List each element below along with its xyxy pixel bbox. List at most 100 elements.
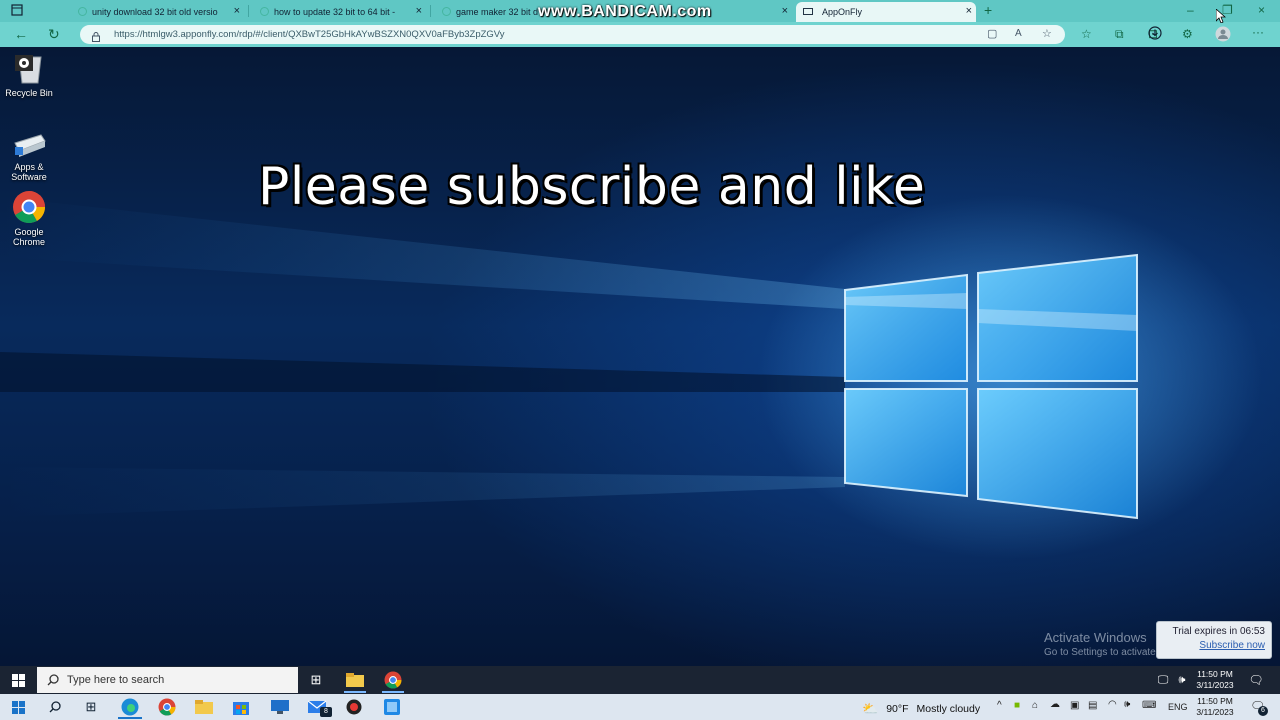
volume-icon[interactable]: 🕪 [1172,670,1192,690]
minimize-icon[interactable]: – [1187,3,1194,17]
tab-update-64bit[interactable]: how to update 32 bit to 64 bit - × [254,2,426,22]
tab-divider [248,5,249,17]
weather-temperature: 90°F [886,703,909,715]
tray-app-icon[interactable]: ▤ [1088,700,1097,711]
downloads-icon[interactable] [1148,26,1162,43]
host-taskbar: ⊞ 8 ⛅ 90°F Mostly cloudy ^ ■ ⌂ ☁ ▣ ▤ ◠ 🕪… [0,694,1280,720]
search-icon[interactable] [45,697,65,717]
show-hidden-icons[interactable]: ^ [997,700,1002,711]
more-options-icon[interactable]: ··· [1252,25,1264,39]
tab-unity[interactable]: unity download 32 bit old versio × [72,2,244,22]
store-icon[interactable] [231,697,251,717]
tab-divider [430,5,431,17]
remote-date: 3/11/2023 [1196,680,1234,690]
host-clock[interactable]: 11:50 PM 3/11/2023 [1190,696,1240,718]
tray-app-icon[interactable]: ⌂ [1032,700,1038,711]
file-explorer-icon[interactable] [194,697,214,717]
notification-count: 6 [1258,706,1268,716]
wallpaper-windows-logo [0,197,1138,520]
file-explorer-active-indicator [344,691,366,693]
url-text: https://htmlgw3.apponfly.com/rdp/#/clien… [114,29,505,40]
favorites-icon[interactable]: ☆ [1081,27,1092,41]
remote-desktop-icon[interactable] [270,697,290,717]
file-explorer-icon[interactable] [345,670,365,690]
tab-apponfly[interactable]: AppOnFly × [796,2,976,22]
page-icon [803,8,813,15]
remote-desktop: Recycle Bin Apps & Software Google Chrom… [0,47,1280,666]
desktop-icon-recycle-bin[interactable]: Recycle Bin [1,53,57,98]
close-window-icon[interactable]: × [1258,3,1265,17]
trial-expiry-text: Trial expires in 06:53 [1172,626,1265,637]
add-favorite-icon[interactable]: ☆ [1042,27,1052,41]
profile-icon[interactable] [1215,26,1231,45]
bandicam-record-icon[interactable] [344,697,364,717]
app-icon[interactable] [382,697,402,717]
desktop-icon-label: Recycle Bin [5,88,53,98]
search-placeholder: Type here to search [67,674,165,686]
tab-label: unity download 32 bit old versio [92,7,218,17]
mouse-cursor-icon [1215,8,1227,28]
taskbar-search-box[interactable]: Type here to search [37,667,298,693]
desktop-icon-label: Google Chrome [12,227,45,247]
start-icon[interactable] [8,697,28,717]
tab-actions-icon[interactable] [11,4,23,19]
nvidia-icon[interactable]: ■ [1014,700,1020,711]
chrome-active-indicator [382,691,404,693]
read-aloud-icon[interactable]: A [1015,27,1022,41]
host-time: 11:50 PM [1197,696,1233,706]
onedrive-icon[interactable]: ☁ [1050,699,1060,710]
trial-notice: Trial expires in 06:53 Subscribe now [1156,621,1272,659]
search-icon [442,7,451,16]
start-icon[interactable] [8,670,28,690]
new-tab-button[interactable]: + [984,3,992,17]
performance-icon[interactable]: ⚙ [1182,27,1193,41]
volume-icon[interactable]: 🕪 [1124,699,1130,710]
desktop-icon-label: Apps & Software [11,162,47,182]
keyboard-icon[interactable]: ⌨ [1142,700,1156,711]
desktop-icon-apps-software[interactable]: Apps & Software [1,131,57,182]
url-field[interactable]: https://htmlgw3.apponfly.com/rdp/#/clien… [80,25,1065,44]
search-icon [78,7,87,16]
remote-clock[interactable]: 11:50 PM 3/11/2023 [1190,669,1240,691]
edge-icon[interactable] [120,697,140,717]
mail-badge: 8 [320,707,332,717]
desktop-icon-google-chrome[interactable]: Google Chrome [1,190,57,247]
cloud-sun-icon: ⛅ [862,701,879,716]
tab-label: how to update 32 bit to 64 bit - [274,7,396,17]
notifications-icon[interactable]: 🗨 [1246,670,1266,690]
app-available-icon[interactable]: ▢ [987,27,997,41]
recycle-bin-icon [11,53,47,85]
refresh-icon[interactable]: ↻ [48,27,60,41]
close-icon[interactable]: × [966,5,972,17]
wifi-icon[interactable]: ◠ [1108,699,1117,710]
remote-taskbar: Type here to search ⊞ 🖵 🕪 11:50 PM 3/11/… [0,666,1280,694]
lock-icon [92,29,100,42]
task-view-icon[interactable]: ⊞ [306,670,326,690]
chrome-taskbar-icon[interactable] [157,697,177,717]
collections-icon[interactable]: ⧉ [1115,27,1124,41]
tray-app-icon[interactable]: ▣ [1070,700,1079,711]
chrome-taskbar-icon[interactable] [383,670,403,690]
close-icon[interactable]: × [782,5,788,17]
host-date: 3/11/2023 [1196,707,1234,717]
search-icon [260,7,269,16]
task-view-icon[interactable]: ⊞ [81,697,101,717]
browser-tab-bar: unity download 32 bit old versio × how t… [0,0,1280,22]
weather-widget[interactable]: ⛅ 90°F Mostly cloudy [862,701,980,717]
chrome-icon [12,190,46,224]
subscribe-now-link[interactable]: Subscribe now [1163,640,1265,651]
language-indicator[interactable]: ENG [1168,702,1188,712]
address-bar-row: ← ↻ https://htmlgw3.apponfly.com/rdp/#/c… [0,22,1280,47]
network-icon[interactable]: 🖵 [1153,670,1173,690]
edge-active-indicator [118,717,142,719]
close-icon[interactable]: × [234,5,240,17]
close-icon[interactable]: × [416,5,422,17]
bandicam-watermark: www.BANDICAM.com [538,3,712,20]
search-icon [47,673,59,691]
remote-time: 11:50 PM [1197,669,1233,679]
subscribe-overlay-text: Please subscribe and like [258,157,926,217]
tab-label: game maker 32 bit d [456,7,539,17]
back-icon[interactable]: ← [14,27,28,41]
apps-software-icon [11,131,47,159]
weather-condition: Mostly cloudy [916,703,981,715]
